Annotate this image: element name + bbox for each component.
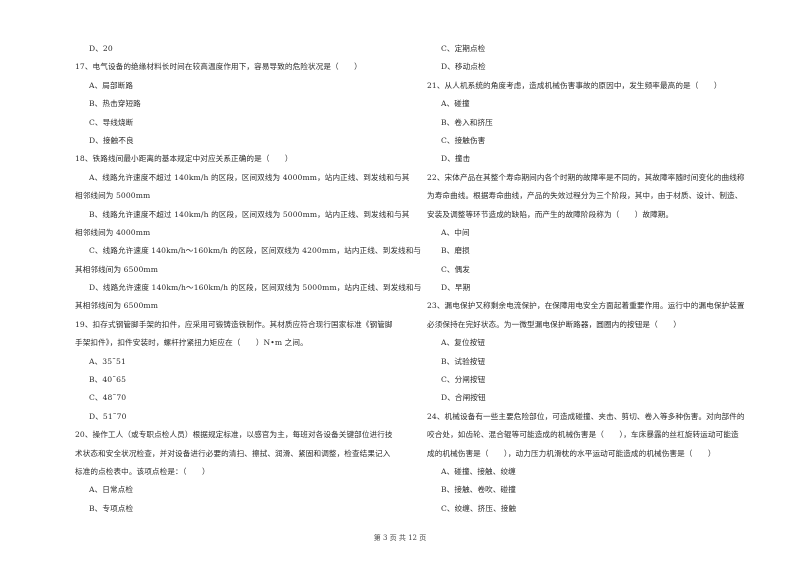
answer-option: D、合闸按钮	[441, 393, 486, 403]
answer-option: C、绞缠、挤压、接触	[441, 503, 517, 513]
question-text: 成的机械伤害是（ ），动力压力机滑枕的水平运动可能造成的机械伤害是（ ）	[427, 448, 716, 458]
answer-option: D、51˜70	[89, 411, 127, 421]
answer-option: B、专项点检	[89, 503, 134, 513]
answer-option: A、中间	[441, 227, 470, 237]
answer-option: B、接触、卷吹、碰撞	[441, 485, 516, 495]
question-text: 手架扣件》，扣件安装时，螺杆拧紧扭力矩应在（ ）N•m 之间。	[75, 338, 308, 348]
question-text: 相邻线间为 4000mm	[75, 227, 151, 237]
question-text: 为寿命曲线。根据寿命曲线，产品的失效过程分为三个阶段，其中，由于材质、设计、制造…	[427, 191, 743, 201]
answer-option: A、复位按钮	[441, 338, 486, 348]
question-text: 其相邻线间为 6500mm	[75, 301, 159, 311]
question-text: 咬合处，如齿轮、混合辊等可能造成的机械伤害是（ ），车床暴露的丝杠旋转运动可能造	[427, 430, 739, 440]
answer-option: B、试验按钮	[441, 356, 486, 366]
question-text: 安装及调整等环节造成的缺陷，而产生的故障阶段称为（ ）故障期。	[427, 209, 674, 219]
answer-option: A、碰撞、接触、绞缠	[441, 466, 516, 476]
answer-option: A、局部断路	[89, 80, 134, 90]
question-text: 23、漏电保护又称剩余电流保护，在保障用电安全方面起着重要作用。运行中的漏电保护…	[427, 301, 745, 311]
answer-option: B、热击穿短路	[89, 99, 141, 109]
answer-option: C、分闸按钮	[441, 375, 486, 385]
answer-option: C、导线烧断	[89, 117, 134, 127]
answer-option: A、35˜51	[89, 356, 126, 366]
left-column: D、20 17、电气设备的绝缘材料长时间在较高温度作用下，容易导致的危险状况是（ …	[75, 40, 422, 518]
page-number: 第 3 页 共 12 页	[373, 534, 427, 542]
answer-option: B、卷入和挤压	[441, 117, 493, 127]
question-text: 18、铁路线间最小距离的基本规定中对应关系正确的是（ ）	[75, 154, 293, 164]
question-text: 19、扣存式钢管脚手架的扣件，应采用可锻铸造铁制作。其材质应符合现行国家标准《钢…	[75, 319, 393, 329]
answer-option: D、接触不良	[89, 135, 134, 145]
answer-option: B、磨损	[441, 246, 470, 256]
answer-option: C、48˜70	[89, 393, 127, 403]
answer-option: D、20	[89, 44, 113, 53]
answer-option: C、定期点检	[441, 44, 486, 53]
question-text: 术状态和安全状况检查，并对设备进行必要的清扫、擦拭、润滑、紧固和调整，检查结果记…	[75, 448, 391, 458]
question-text: 24、机械设备有一些主要危险部位，可造成碰撞、夹击、剪切、卷入等多种伤害。对向部…	[427, 411, 745, 421]
option-paragraph: A、线路允许速度不超过 140km/h 的区段，区间双线为 4000mm，站内正…	[89, 172, 410, 182]
question-text: 20、操作工人（或专职点检人员）根据规定标准，以感官为主，每班对各设备关键部位进…	[75, 430, 393, 440]
question-text: 相邻线间为 5000mm	[75, 191, 151, 201]
answer-option: A、日常点检	[89, 485, 134, 495]
question-text: 21、从人机系统的角度考虑，造成机械伤害事故的原因中，发生频率最高的是（ ）	[427, 80, 722, 90]
page-footer: 第 3 页 共 12 页	[0, 533, 800, 543]
option-paragraph: C、线路允许速度 140km/h～160km/h 的区段，区间双线为 4200m…	[89, 246, 422, 256]
question-text: 标准的点检表中。该项点检是：（ ）	[75, 466, 210, 476]
question-text: 17、电气设备的绝缘材料长时间在较高温度作用下，容易导致的危险状况是（ ）	[75, 62, 362, 72]
question-text: 其相邻线间为 6500mm	[75, 264, 159, 274]
answer-option: B、40˜65	[89, 375, 126, 385]
answer-option: D、早期	[441, 283, 471, 293]
answer-option: D、撞击	[441, 154, 471, 164]
answer-option: C、接触伤害	[441, 135, 486, 145]
right-column: C、定期点检 D、移动点检 21、从人机系统的角度考虑，造成机械伤害事故的原因中，发…	[427, 40, 772, 518]
answer-option: C、偶发	[441, 264, 470, 274]
option-paragraph: D、线路允许速度 140km/h～160km/h 的区段，区间双线为 5000m…	[89, 283, 422, 293]
answer-option: A、碰撞	[441, 99, 470, 109]
answer-option: D、移动点检	[441, 62, 486, 72]
question-text: 22、宋体产品在其整个寿命期间内各个时期的故障率是不同的，其故障率随时间变化的曲…	[427, 172, 745, 182]
question-text: 必须保持在完好状态。为一微型漏电保护断路器，圆圈内的按钮是（ ）	[427, 319, 681, 329]
option-paragraph: B、线路允许速度不超过 140km/h 的区段，区间双线为 5000mm，站内正…	[89, 209, 410, 219]
